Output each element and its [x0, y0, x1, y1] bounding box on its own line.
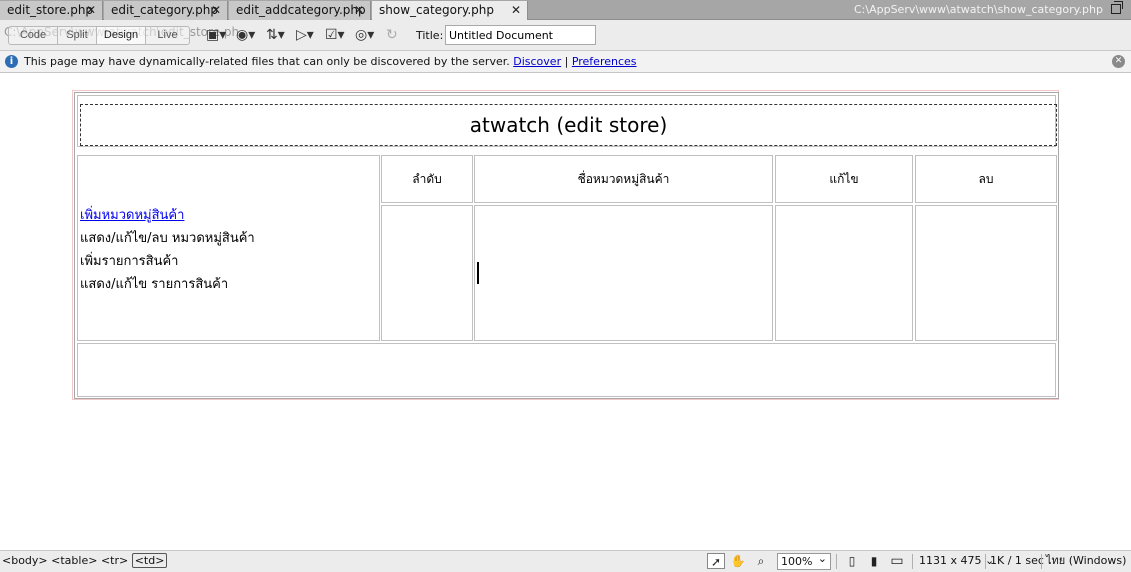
zoom-tool-icon[interactable]: ⌕: [752, 553, 770, 569]
tab-label: edit_addcategory.php: [236, 3, 366, 17]
divider: [912, 554, 913, 569]
heading-block[interactable]: atwatch (edit store): [80, 104, 1057, 146]
document-path: C:\AppServ\www\atwatch\show_category.php: [853, 3, 1103, 16]
visual-aids-icon[interactable]: ▷▾: [296, 27, 314, 44]
divider: [985, 554, 986, 569]
preview-browser-icon[interactable]: ◉▾: [236, 27, 255, 44]
encoding: ไทย (Windows): [1046, 554, 1127, 567]
pointer-tool-icon[interactable]: ➚: [707, 553, 725, 569]
refresh-icon[interactable]: ↻: [386, 27, 398, 44]
download-size: 1K / 1 sec: [990, 554, 1044, 567]
tab-edit-addcategory[interactable]: edit_addcategory.php ✕: [229, 1, 371, 20]
validate-icon[interactable]: ☑▾: [325, 27, 345, 44]
menu-item-manage-products: แสดง/แก้ไข รายการสินค้า: [80, 277, 229, 292]
document-tab-bar: edit_store.php ✕ edit_category.php ✕ edi…: [0, 0, 1131, 20]
divider: [1041, 554, 1042, 569]
live-view-button[interactable]: Live: [145, 26, 190, 45]
tab-edit-store[interactable]: edit_store.php ✕: [0, 1, 103, 20]
info-separator: |: [564, 55, 569, 68]
column-header-edit: แก้ไข: [775, 155, 913, 203]
close-icon[interactable]: ✕: [1112, 55, 1125, 68]
table-cell-category-name[interactable]: [474, 205, 773, 341]
desktop-size-icon[interactable]: ▭: [888, 553, 906, 569]
zoom-select[interactable]: 100%: [777, 551, 831, 570]
footer-cell[interactable]: [77, 343, 1056, 397]
tab-label: show_category.php: [379, 3, 494, 17]
close-icon[interactable]: ✕: [211, 1, 221, 19]
hand-tool-icon[interactable]: ✋: [729, 553, 747, 569]
table-cell-order[interactable]: [381, 205, 473, 341]
text-caret: [477, 262, 479, 284]
divider: [836, 554, 837, 569]
category-table[interactable]: ลำดับ ชื่อหมวดหมู่สินค้า แก้ไข ลบ: [380, 155, 1058, 341]
code-view-button[interactable]: Code: [8, 26, 58, 45]
file-management-icon[interactable]: ⇅▾: [266, 27, 285, 44]
menu-item-add-category[interactable]: เพิ่มหมวดหมู่สินค้า: [80, 208, 184, 223]
mobile-size-icon[interactable]: ▯: [843, 553, 861, 569]
tab-edit-category[interactable]: edit_category.php ✕: [104, 1, 228, 20]
close-icon[interactable]: ✕: [354, 1, 364, 19]
page-title: atwatch (edit store): [469, 113, 668, 137]
window-size[interactable]: 1131 x 475 ⌄: [919, 551, 994, 571]
title-input[interactable]: [445, 25, 596, 45]
multiscreen-icon[interactable]: ▣▾: [206, 27, 226, 44]
column-header-category-name: ชื่อหมวดหมู่สินค้า: [474, 155, 773, 203]
admin-menu: เพิ่มหมวดหมู่สินค้า แสดง/แก้ไข/ลบ หมวดหม…: [80, 204, 255, 296]
table-cell-delete[interactable]: [915, 205, 1057, 341]
discover-link[interactable]: Discover: [513, 55, 561, 68]
info-bar: i This page may have dynamically-related…: [0, 51, 1131, 73]
menu-cell[interactable]: เพิ่มหมวดหมู่สินค้า แสดง/แก้ไข/ลบ หมวดหม…: [77, 155, 380, 341]
table-cell-edit[interactable]: [775, 205, 913, 341]
preferences-link[interactable]: Preferences: [572, 55, 637, 68]
split-view-button[interactable]: Split: [57, 26, 97, 45]
tab-label: edit_store.php: [7, 3, 94, 17]
status-bar: <body> <table> <tr> <td> ➚ ✋ ⌕ 100% ▯ ▮ …: [0, 550, 1131, 572]
check-browser-icon[interactable]: ◎▾: [355, 27, 374, 44]
column-header-delete: ลบ: [915, 155, 1057, 203]
layout-table[interactable]: atwatch (edit store) เพิ่มหมวดหมู่สินค้า…: [74, 92, 1059, 399]
title-label: Title:: [416, 29, 444, 42]
tag-table[interactable]: <table>: [51, 554, 97, 567]
menu-item-add-product: เพิ่มรายการสินค้า: [80, 254, 179, 269]
design-canvas[interactable]: atwatch (edit store) เพิ่มหมวดหมู่สินค้า…: [0, 74, 1131, 550]
info-icon: i: [5, 55, 18, 68]
tag-tr[interactable]: <tr>: [101, 554, 128, 567]
info-message: This page may have dynamically-related f…: [24, 55, 510, 68]
menu-item-manage-categories: แสดง/แก้ไข/ลบ หมวดหมู่สินค้า: [80, 231, 255, 246]
info-message-line: This page may have dynamically-related f…: [24, 51, 637, 72]
restore-window-icon[interactable]: [1111, 1, 1123, 14]
tag-td[interactable]: <td>: [131, 553, 168, 568]
document-toolbar: C:\AppServ\www\atwatch\edit_store.ph Cod…: [0, 20, 1131, 51]
window-size-value: 1131 x 475: [919, 554, 982, 567]
design-view-button[interactable]: Design: [96, 26, 146, 45]
close-icon[interactable]: ✕: [86, 1, 96, 19]
tag-body[interactable]: <body>: [2, 554, 48, 567]
tag-selector: <body> <table> <tr> <td>: [2, 551, 168, 571]
header-cell[interactable]: atwatch (edit store): [77, 95, 1057, 147]
tablet-size-icon[interactable]: ▮: [865, 553, 883, 569]
close-icon[interactable]: ✕: [511, 1, 521, 19]
tab-show-category[interactable]: show_category.php ✕: [372, 1, 528, 20]
tab-label: edit_category.php: [111, 3, 219, 17]
column-header-order: ลำดับ: [381, 155, 473, 203]
